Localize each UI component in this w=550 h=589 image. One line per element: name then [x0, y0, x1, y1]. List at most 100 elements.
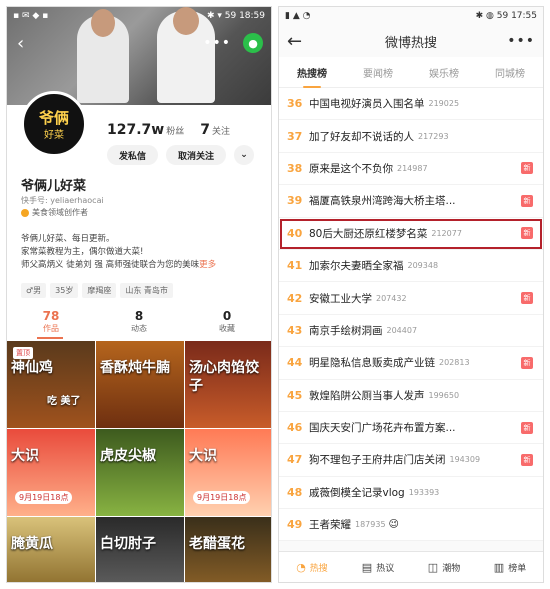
hot-search-row[interactable]: 48 戚薇倒模全记录vlog 193393 — [279, 477, 543, 510]
hot-search-icon: ◔ — [296, 560, 306, 574]
nav-hot-search[interactable]: ◔ 热搜 — [279, 552, 345, 582]
hot-search-row[interactable]: 36 中国电视好演员入围名单 219025 — [279, 88, 543, 121]
rank-number: 37 — [287, 129, 303, 143]
video-thumbnail[interactable]: 置顶 神仙鸡 吃 美了 — [7, 341, 95, 428]
profile-id: 快手号: yeliaerhaocai — [21, 196, 104, 205]
video-caption: 神仙鸡 — [11, 360, 53, 376]
video-thumbnail[interactable]: 白切肘子 — [96, 517, 184, 582]
more-options-icon[interactable]: ••• — [203, 35, 231, 51]
hot-search-row[interactable]: 46 国庆天安门广场花卉布置方案... 新 — [279, 412, 543, 445]
creator-badge: 美食领域创作者 — [21, 207, 88, 218]
nav-discussion[interactable]: ▤ 热议 — [345, 552, 411, 582]
video-caption: 腌黄瓜 — [11, 536, 53, 552]
hot-search-row[interactable]: 37 加了好友却不说话的人 217293 — [279, 120, 543, 153]
heat-count: 209348 — [407, 261, 439, 271]
discussion-icon: ▤ — [361, 560, 373, 574]
tab-entertainment[interactable]: 娱乐榜 — [411, 65, 477, 80]
rank-number: 38 — [287, 161, 303, 175]
rank-number: 43 — [287, 323, 303, 337]
hot-search-row[interactable]: 42 安徽工业大学 207432 新 — [279, 282, 543, 315]
page-header: ← 微博热搜 ••• — [279, 25, 543, 57]
video-thumbnail[interactable]: 大识 9月19日18点 — [185, 429, 271, 516]
trends-icon: ◫ — [427, 560, 439, 574]
tag-age: 35岁 — [50, 283, 79, 298]
tab-news[interactable]: 要闻榜 — [345, 65, 411, 80]
verify-icon — [21, 208, 29, 217]
hot-search-row[interactable]: 38 原来是这个不负你 214987 新 — [279, 153, 543, 186]
pinned-badge: 置顶 — [13, 347, 33, 359]
video-date-badge: 9月19日18点 — [193, 491, 251, 504]
profile-name: 爷俩儿好菜 — [21, 179, 87, 194]
hot-search-title: 敦煌陷阱公厕当事人发声 — [309, 389, 425, 402]
rank-number: 41 — [287, 259, 303, 273]
heat-count: 212077 — [431, 228, 462, 238]
avatar-logo-subtext: 好菜 — [44, 130, 64, 141]
nav-rankings[interactable]: ▥ 榜单 — [477, 552, 543, 582]
hot-search-title: 加了好友却不说话的人 — [309, 130, 414, 143]
bottom-nav: ◔ 热搜 ▤ 热议 ◫ 潮物 ▥ 榜单 — [279, 551, 543, 582]
emoji-icon: 😉 — [388, 519, 399, 531]
hot-search-list: 36 中国电视好演员入围名单 219025 37 加了好友却不说话的人 217293 38 原… — [279, 88, 543, 542]
hot-search-row[interactable]: 39 福厦高铁泉州湾跨海大桥主塔... 新 — [279, 185, 543, 218]
video-caption: 香酥炖牛腩 — [100, 360, 170, 376]
hot-search-row[interactable]: 43 南京手绘树洞画 204407 — [279, 315, 543, 348]
video-subcaption: 吃 美了 — [47, 396, 81, 407]
profile-actions: 发私信 取消关注 ⌄ — [107, 145, 255, 165]
hot-search-row[interactable]: 49 王者荣耀 187935 😉 — [279, 509, 543, 542]
heat-count: 204407 — [386, 325, 418, 335]
status-time: ✱ ◍ 59 17:55 — [475, 11, 537, 21]
rank-number: 39 — [287, 194, 303, 208]
active-tab-indicator — [37, 337, 63, 339]
follow-stat[interactable]: 7 关注 — [200, 119, 230, 138]
profile-stats: 127.7w 粉丝 7 关注 — [107, 119, 230, 138]
profile-tabs: 78 作品 8 动态 0 收藏 — [7, 309, 271, 339]
rank-number: 44 — [287, 356, 303, 370]
new-badge: 新 — [521, 194, 533, 207]
chevron-down-icon[interactable]: ⌄ — [234, 145, 255, 165]
hot-search-title: 国庆天安门广场花卉布置方案... — [309, 422, 456, 435]
new-badge: 新 — [521, 162, 533, 175]
hot-search-row[interactable]: 41 加索尔夫妻晒全家福 209348 — [279, 250, 543, 283]
video-thumbnail[interactable]: 腌黄瓜 — [7, 517, 95, 582]
unfollow-button[interactable]: 取消关注 — [166, 145, 227, 165]
video-thumbnail[interactable]: 大识 9月19日18点 — [7, 429, 95, 516]
hot-search-row[interactable]: 47 狗不理包子王府井店门店关闭 194309 新 — [279, 444, 543, 477]
video-thumbnail[interactable]: 汤心肉馅饺子 — [185, 341, 271, 428]
rank-number: 42 — [287, 291, 303, 305]
tab-favorites[interactable]: 0 收藏 — [183, 309, 271, 334]
send-message-button[interactable]: 发私信 — [107, 145, 159, 165]
profile-cover-image: ▪ ✉ ◆ ▪ ✱ ▾ 59 18:59 ‹ ••• ● — [7, 7, 271, 105]
status-bar: ▪ ✉ ◆ ▪ ✱ ▾ 59 18:59 — [7, 7, 271, 25]
heat-count: 194309 — [449, 455, 481, 465]
hot-search-row[interactable]: 44 明星隐私信息贩卖成产业链 202813 新 — [279, 347, 543, 380]
video-thumbnail[interactable]: 老醋蛋花 — [185, 517, 271, 582]
tab-local[interactable]: 同城榜 — [477, 65, 543, 80]
avatar[interactable]: 爷俩 好菜 — [21, 91, 87, 157]
video-thumbnail[interactable]: 香酥炖牛腩 — [96, 341, 184, 428]
nav-trends[interactable]: ◫ 潮物 — [411, 552, 477, 582]
hot-search-title: 王者荣耀 — [309, 519, 351, 532]
bio-more-link[interactable]: 更多 — [199, 260, 216, 270]
video-caption: 白切肘子 — [100, 536, 156, 552]
video-caption: 大识 — [189, 448, 217, 464]
fans-stat[interactable]: 127.7w 粉丝 — [107, 119, 184, 138]
kuaishou-profile-panel: ▪ ✉ ◆ ▪ ✱ ▾ 59 18:59 ‹ ••• ● 爷俩 好菜 127.7… — [6, 6, 272, 583]
back-arrow-icon[interactable]: ‹ — [17, 33, 24, 54]
heat-count: 199650 — [428, 390, 460, 400]
tab-hot-search[interactable]: 热搜榜 — [279, 65, 345, 88]
tab-moments[interactable]: 8 动态 — [95, 309, 183, 334]
status-icons: ▪ ✉ ◆ ▪ — [13, 11, 49, 21]
profile-tags: ♂男 35岁 摩羯座 山东 青岛市 — [21, 283, 173, 298]
heat-count: 214987 — [397, 163, 428, 173]
rank-number: 46 — [287, 421, 303, 435]
tag-zodiac: 摩羯座 — [82, 283, 117, 298]
hot-search-title: 中国电视好演员入围名单 — [309, 98, 425, 111]
video-caption: 老醋蛋花 — [189, 536, 245, 552]
tab-works[interactable]: 78 作品 — [7, 309, 95, 334]
hot-search-row[interactable]: 45 敦煌陷阱公厕当事人发声 199650 — [279, 380, 543, 412]
wechat-share-icon[interactable]: ● — [243, 33, 263, 53]
video-thumbnail[interactable]: 虎皮尖椒 — [96, 429, 184, 516]
hot-search-row[interactable]: 40 80后大厨还原红楼梦名菜 212077 新 — [279, 218, 543, 250]
hot-search-title: 南京手绘树洞画 — [309, 324, 383, 337]
heat-count: 219025 — [428, 99, 460, 109]
